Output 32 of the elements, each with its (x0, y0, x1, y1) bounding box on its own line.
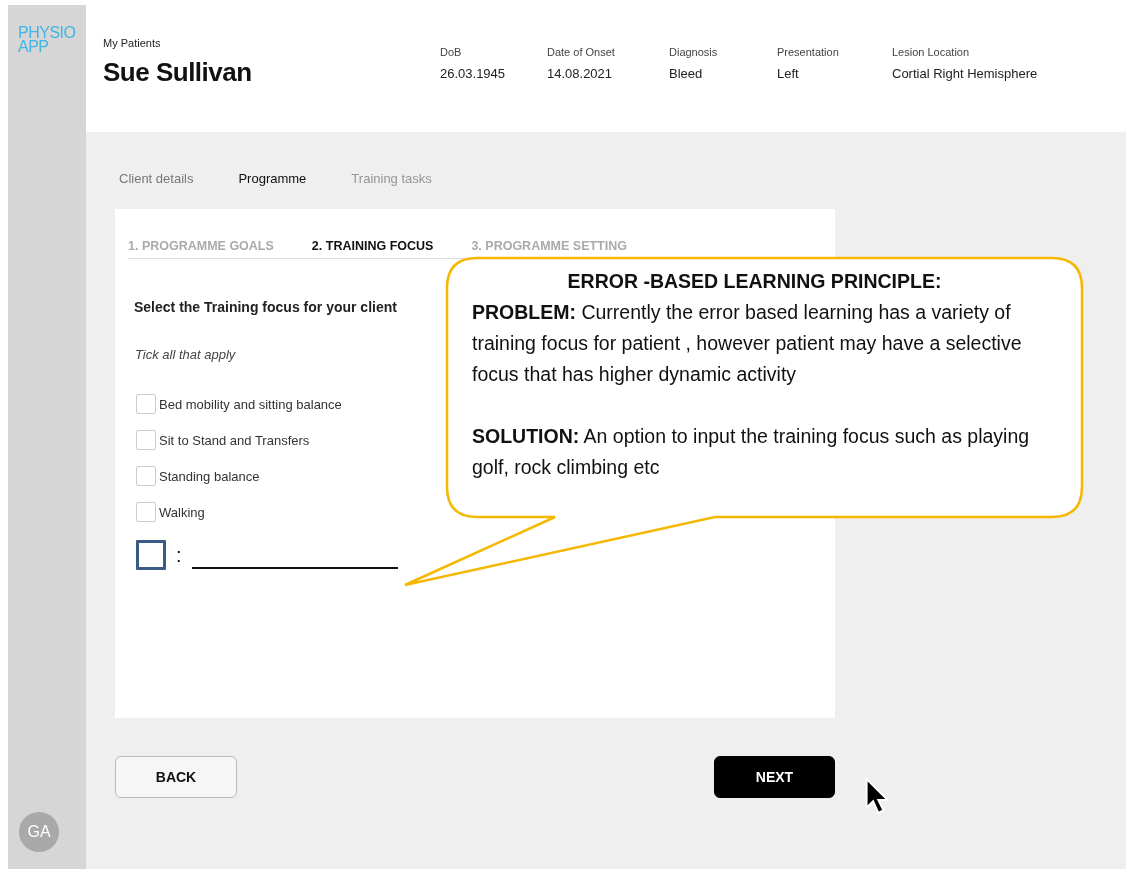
field-label: Presentation (777, 46, 840, 58)
tab[interactable]: Client details (119, 171, 194, 186)
patient-name: Sue Sullivan (103, 57, 253, 88)
option-label: Walking (159, 504, 205, 520)
checkbox[interactable] (136, 540, 166, 570)
breadcrumb-link[interactable]: My Patients (103, 37, 440, 49)
field-value: Cortial Right Hemisphere (892, 66, 1039, 81)
callout-paragraph: SOLUTION: An option to input the training focus such as playing golf, rock climbing etc (472, 424, 1031, 480)
callout-paragraph: PROBLEM: Currently the error based learning has a variety of training focus for patient , however patient may have a selective focus that has higher dynamic activity (472, 300, 1023, 387)
field-label: Lesion Location (892, 46, 971, 58)
next-button[interactable]: NEXT (714, 756, 835, 798)
mouse-cursor-icon (864, 776, 890, 816)
form-heading: Select the Training focus for your client (134, 299, 397, 315)
field-label: Diagnosis (669, 46, 719, 58)
form-hint: Tick all that apply (135, 347, 236, 362)
option-label: Standing balance (159, 468, 260, 484)
step-tab[interactable]: 3. PROGRAMME SETTING (471, 239, 627, 253)
field-value: 14.08.2021 (547, 66, 614, 81)
field-value: 26.03.1945 (440, 66, 507, 81)
step-tab[interactable]: 2. TRAINING FOCUS (311, 239, 434, 253)
field-label: DoB (440, 46, 463, 58)
option-label: Bed mobility and sitting balance (159, 396, 342, 412)
callout-title: ERROR -BASED LEARNING PRINCIPLE: (566, 269, 943, 294)
field-value: Bleed (669, 66, 704, 81)
user-avatar[interactable]: GA (19, 812, 59, 852)
option-label: Sit to Stand and Transfers (159, 432, 310, 448)
tab[interactable]: Programme (238, 171, 307, 186)
field-value: Left (777, 66, 800, 81)
step-tab[interactable]: 1. PROGRAMME GOALS (128, 239, 274, 253)
back-button[interactable]: BACK (115, 756, 237, 798)
colon-label: : (176, 543, 182, 567)
field-label: Date of Onset (547, 46, 616, 58)
